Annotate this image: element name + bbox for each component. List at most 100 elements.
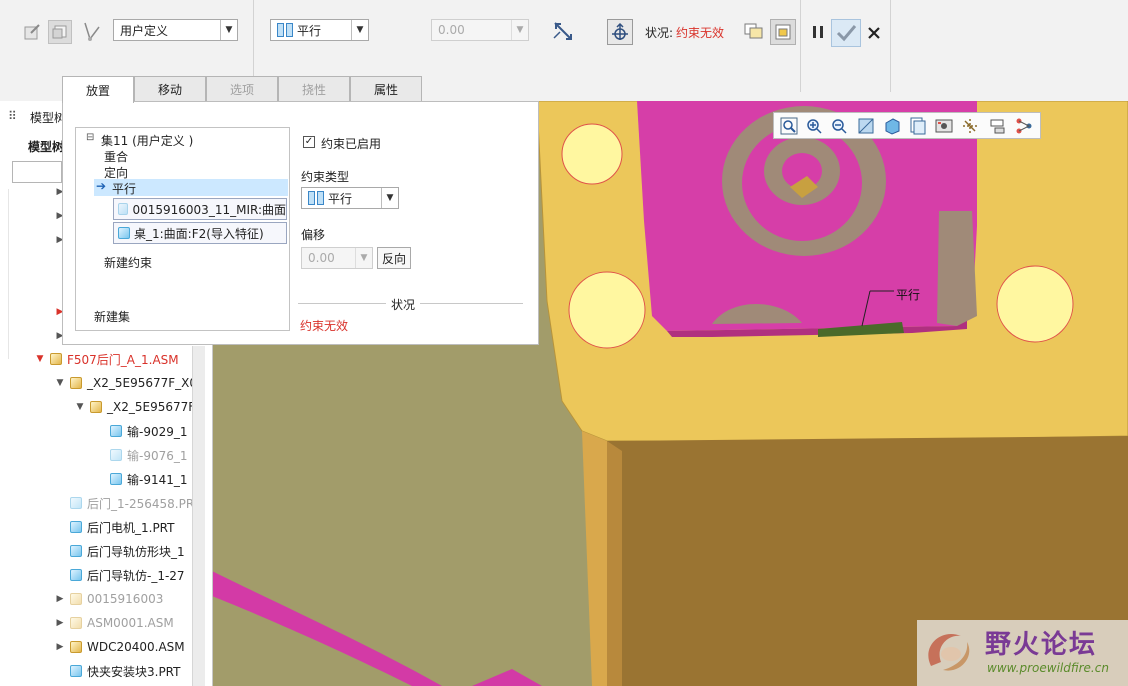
expand-arrow-icon[interactable]: ▼: [74, 402, 86, 412]
tree-column-label: 模型树: [28, 140, 65, 154]
annotation-display-icon[interactable]: [989, 117, 1007, 135]
block-edge-shade: [607, 441, 622, 686]
constraint-item[interactable]: 重合: [104, 148, 128, 165]
flip-constraint-icon[interactable]: [552, 21, 572, 41]
placement-type-combo[interactable]: 用户定义 ▼: [113, 19, 238, 41]
tree-row[interactable]: 后门_1-256458.PR: [66, 493, 194, 513]
tab-options[interactable]: 选项: [206, 76, 278, 101]
tree-row[interactable]: 后门导轨仿-_1-27: [66, 565, 185, 585]
offset-input[interactable]: 0.00 ▼: [431, 19, 529, 41]
flip-button[interactable]: 反向: [377, 247, 411, 269]
constraint-type-value: 平行: [297, 23, 322, 38]
parallel-annotation-label: 平行: [896, 288, 921, 302]
status-divider-right: [420, 303, 523, 304]
tree-row[interactable]: 后门导轨仿形块_1: [66, 541, 185, 561]
tab-placement[interactable]: 放置: [62, 76, 134, 103]
arrow-right-icon: ➔: [96, 179, 107, 193]
assembly-icon: [50, 353, 62, 365]
chevron-down-icon[interactable]: ▼: [351, 20, 368, 40]
zoom-out-icon[interactable]: [830, 117, 848, 135]
tree-row-label: _X2_5E95677F: [107, 400, 196, 414]
tree-row[interactable]: ▼ _X2_5E95677F_X0: [54, 373, 197, 393]
constraint-type-combo[interactable]: 平行 ▼: [270, 19, 369, 41]
divider: [800, 0, 801, 92]
new-constraint-link[interactable]: 新建约束: [104, 254, 152, 271]
watermark: 野火论坛 www.proewildfire.cn: [917, 620, 1128, 686]
placement-edit-icon[interactable]: [22, 22, 42, 42]
expand-arrow-icon[interactable]: ▼: [34, 354, 46, 364]
pocket-wall-right: [937, 211, 977, 326]
part-icon: [70, 521, 82, 533]
saved-views-icon[interactable]: [909, 117, 927, 135]
tree-row[interactable]: ▼ _X2_5E95677F: [74, 397, 196, 417]
datum-display-icon[interactable]: [961, 117, 979, 135]
separate-window-icon[interactable]: [744, 21, 764, 41]
tab-flexibility[interactable]: 挠性: [278, 76, 350, 101]
move-component-icon[interactable]: [607, 19, 633, 45]
watermark-logo-icon: [928, 634, 970, 671]
chevron-down-icon[interactable]: ▼: [220, 20, 237, 40]
tree-row[interactable]: 输-9141_1: [106, 469, 188, 489]
tree-row[interactable]: ▼ F507后门_A_1.ASM: [34, 349, 179, 369]
confirm-check-icon[interactable]: [831, 19, 861, 47]
constraint-type-label: 约束类型: [301, 170, 350, 184]
assembly-window-icon[interactable]: [770, 19, 796, 45]
hole-1: [561, 123, 623, 185]
constraint-set-title: 集11 (用户定义 ): [101, 134, 194, 148]
constraint-type-select[interactable]: 平行 ▼: [301, 187, 399, 209]
parallel-icon: [308, 191, 324, 205]
part-icon: [110, 449, 122, 461]
placement-type-value: 用户定义: [120, 23, 169, 38]
assembly-icon: [70, 641, 82, 653]
parallel-icon: [277, 23, 293, 37]
tree-settings-icon[interactable]: ⠿: [8, 109, 17, 123]
expand-arrow-icon[interactable]: ▶: [54, 594, 66, 604]
status-divider-left: [298, 303, 386, 304]
part-icon: [70, 665, 82, 677]
tree-row-label: 0015916003: [87, 592, 164, 606]
part-icon: [70, 569, 82, 581]
tab-move[interactable]: 移动: [134, 76, 206, 101]
tree-row[interactable]: 输-9029_1: [106, 421, 188, 441]
tree-row[interactable]: 输-9076_1: [106, 445, 188, 465]
close-icon[interactable]: [864, 23, 884, 43]
offset-field[interactable]: 0.00 ▼: [301, 247, 373, 269]
chevron-down-icon[interactable]: ▼: [381, 188, 398, 208]
component-display-icon[interactable]: [48, 20, 72, 44]
tree-row[interactable]: 后门电机_1.PRT: [66, 517, 174, 537]
view-manager-icon[interactable]: [935, 117, 953, 135]
new-set-link[interactable]: 新建集: [94, 308, 130, 325]
tree-row[interactable]: ▶ WDC20400.ASM: [54, 637, 185, 657]
tree-row-label: 输-9076_1: [127, 448, 188, 463]
mechanism-connection-icon[interactable]: [82, 21, 102, 41]
tree-search-input[interactable]: [12, 161, 62, 183]
display-style-icon[interactable]: [883, 117, 901, 135]
tree-row-label: 后门导轨仿形块_1: [87, 544, 185, 559]
reference-2[interactable]: 桌_1:曲面:F2(导入特征): [113, 222, 287, 244]
tree-header-label: 模型树: [30, 111, 67, 125]
pause-icon[interactable]: [808, 22, 828, 42]
zoom-fit-icon[interactable]: [780, 117, 798, 135]
chevron-down-icon: ▼: [511, 20, 528, 40]
status-header: 状况: [391, 298, 416, 312]
constraint-set-list[interactable]: ⊟ 集11 (用户定义 ) 重合 定向 ➔ 平行 0015916003_11_M…: [75, 127, 290, 331]
tree-row[interactable]: ▶ ASM0001.ASM: [54, 613, 174, 633]
zoom-in-icon[interactable]: [805, 117, 823, 135]
expand-arrow-icon[interactable]: ▶: [54, 618, 66, 628]
repaint-icon[interactable]: [857, 117, 875, 135]
constraint-item-selected[interactable]: ➔ 平行: [94, 179, 288, 196]
expand-arrow-icon[interactable]: ▶: [54, 642, 66, 652]
collapse-icon[interactable]: ⊟: [86, 132, 94, 143]
tab-properties[interactable]: 属性: [350, 76, 422, 101]
tree-row-label: ASM0001.ASM: [87, 616, 174, 630]
spin-center-icon[interactable]: [1015, 117, 1033, 135]
surface-icon: [118, 203, 129, 215]
constraint-enabled-label: 约束已启用: [321, 137, 382, 151]
expand-arrow-icon[interactable]: ▼: [54, 378, 66, 388]
tree-row[interactable]: 快夹安装块3.PRT: [66, 661, 180, 681]
status-value: 约束无效: [676, 26, 725, 40]
tree-scrollbar[interactable]: [192, 346, 205, 686]
tree-row[interactable]: ▶ 0015916003: [54, 589, 164, 609]
constraint-enabled-checkbox[interactable]: ✓: [303, 136, 315, 148]
reference-1[interactable]: 0015916003_11_MIR:曲面: [113, 198, 287, 220]
